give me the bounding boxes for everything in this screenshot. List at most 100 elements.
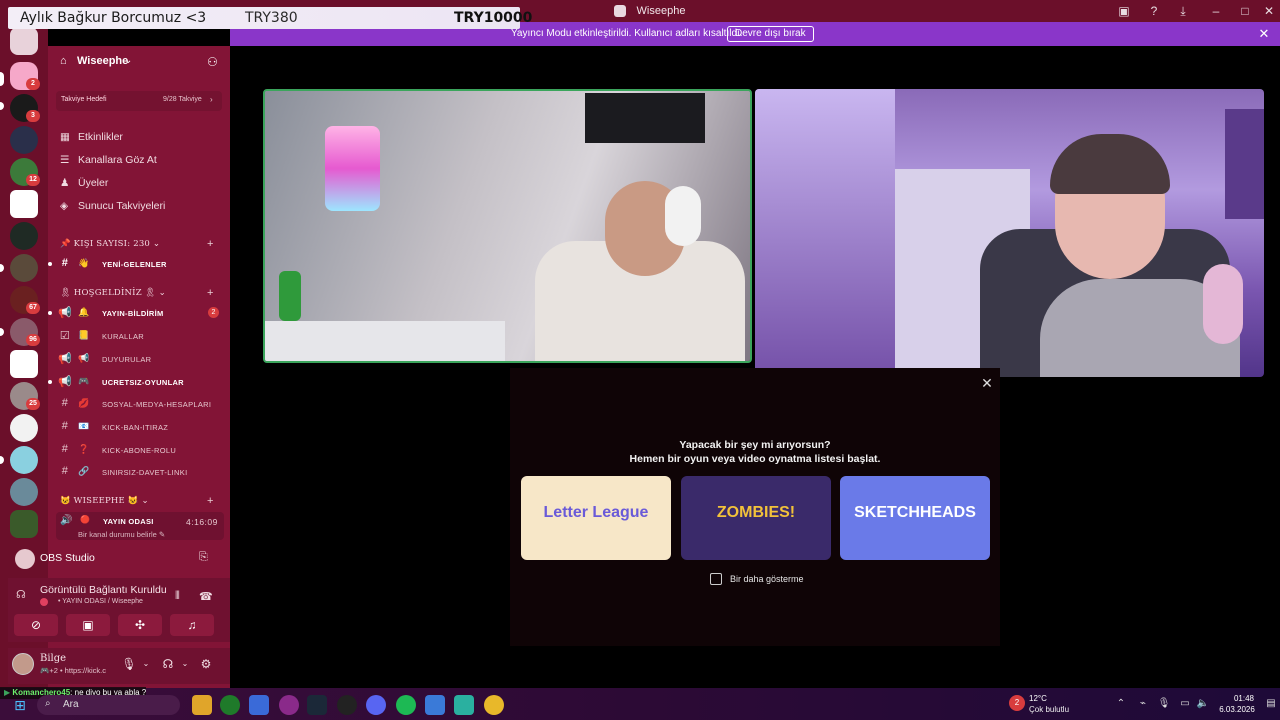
direct-messages-icon[interactable] [10, 27, 38, 55]
add-channel-icon[interactable]: + [207, 238, 213, 250]
video-tile-speaking[interactable] [263, 89, 752, 363]
channel-item[interactable]: # 📧 KICK-BAN-ITIRAZ [58, 420, 224, 438]
screen-share-icon[interactable]: ▣ [1117, 4, 1131, 18]
microphone-prop [325, 126, 380, 211]
channel-item[interactable]: 📢 🔔 YAYIN-BİLDİRİM [58, 306, 224, 324]
server-icon[interactable] [10, 414, 38, 442]
camera-off-button[interactable]: ⊘ [14, 614, 58, 636]
nav-events[interactable]: ▦ Etkinlikler [60, 131, 123, 149]
minimize-icon[interactable]: – [1209, 4, 1223, 18]
category-wiseephe[interactable]: 😺 WISEEPHE 😺 ⌄ [60, 496, 149, 506]
channel-item[interactable]: 📢 📢 DUYURULAR [58, 352, 224, 370]
add-channel-icon[interactable]: + [207, 495, 213, 507]
channel-item[interactable]: # 🔗 SINIRSIZ-DAVET-LINKI [58, 465, 224, 483]
browse-icon: ☰ [60, 154, 70, 166]
channel-item[interactable]: # 💋 SOSYAL-MEDYA-HESAPLARI [58, 397, 224, 415]
server-icon[interactable] [10, 222, 38, 250]
guild-name[interactable]: Wiseephe [77, 55, 128, 67]
dont-show-again-label[interactable]: Bir daha gösterme [730, 574, 804, 584]
chevron-down-icon[interactable]: ⌄ [177, 656, 193, 672]
disable-streamer-mode-button[interactable]: Devre dışı bırak [727, 26, 814, 42]
activities-button[interactable]: ✣ [118, 614, 162, 636]
category-welcome[interactable]: 🎗 HOŞGELDİNİZ 🎗 ⌄ [60, 288, 166, 298]
app-icon[interactable] [454, 695, 474, 715]
settings-gear-icon[interactable]: ⚙ [198, 656, 214, 672]
unread-badge: 2 [26, 78, 40, 90]
microphone-icon[interactable]: 🎙 [1157, 697, 1171, 711]
weather-description[interactable]: Çok bulutlu [1029, 705, 1069, 714]
activity-card-zombies[interactable]: ZOMBIES! [681, 476, 831, 560]
mention-badge: 2 [208, 307, 219, 318]
noise-suppression-icon[interactable]: ⦀ [175, 590, 180, 603]
display-icon[interactable]: ▭ [1178, 697, 1192, 711]
server-icon[interactable] [10, 510, 38, 538]
spotify-icon[interactable] [396, 695, 416, 715]
app-icon[interactable] [425, 695, 445, 715]
channel-item[interactable]: ☑ 📒 KURALLAR [58, 329, 224, 347]
guild-header[interactable] [48, 50, 230, 74]
invite-people-icon[interactable]: ⚇ [207, 55, 218, 69]
discord-icon[interactable] [366, 695, 386, 715]
server-icon[interactable] [10, 350, 38, 378]
server-icon[interactable] [10, 190, 38, 218]
activity-card-letter-league[interactable]: Letter League [521, 476, 671, 560]
notification-icon[interactable]: ▤ [1264, 697, 1278, 711]
channel-name: DUYURULAR [102, 355, 152, 364]
help-icon[interactable]: ? [1147, 4, 1161, 18]
download-icon[interactable]: ⤓ [1176, 4, 1190, 18]
channel-emoji: 🔔 [78, 307, 90, 317]
connection-channel[interactable]: • YAYIN ODASI / Wiseephe [58, 598, 143, 605]
share-screen-button[interactable]: ▣ [66, 614, 110, 636]
obs-icon[interactable] [337, 695, 357, 715]
steam-icon[interactable] [307, 695, 327, 715]
screen-share-icon[interactable]: ⎘ [199, 551, 208, 564]
soundboard-button[interactable]: ♫ [170, 614, 214, 636]
clock-time[interactable]: 01:48 [1224, 694, 1264, 703]
server-icon[interactable] [10, 478, 38, 506]
channel-name: KICK-ABONE-ROLU [102, 446, 177, 455]
video-tile[interactable] [755, 89, 1264, 377]
channel-status-prompt[interactable]: Bir kanal durumu belirle ✎ [78, 530, 165, 539]
maximize-icon[interactable]: □ [1238, 4, 1252, 18]
activity-card-sketchheads[interactable]: SKETCHHEADS [840, 476, 990, 560]
add-channel-icon[interactable]: + [207, 287, 213, 299]
dont-show-again-checkbox[interactable] [710, 573, 722, 585]
start-menu-icon[interactable]: ⊞ [12, 697, 28, 713]
xbox-icon[interactable] [220, 695, 240, 715]
wall-shelf [585, 93, 705, 143]
file-explorer-icon[interactable] [192, 695, 212, 715]
nav-members[interactable]: ♟ Üyeler [60, 177, 108, 195]
nav-browse-channels[interactable]: ☰ Kanallara Göz At [60, 154, 157, 172]
network-icon[interactable]: ⌁ [1136, 697, 1150, 711]
search-input[interactable] [37, 695, 180, 715]
chevron-down-icon[interactable]: ⌄ [138, 656, 154, 672]
microphone-icon[interactable]: 🎙 [121, 656, 137, 672]
chevron-down-icon[interactable]: ⌄ [124, 55, 132, 66]
weather-temperature[interactable]: 12°C [1029, 694, 1047, 703]
username[interactable]: Bilge [40, 653, 66, 664]
chevron-up-icon[interactable]: ⌃ [1114, 697, 1128, 711]
close-icon[interactable]: ✕ [980, 376, 994, 390]
disconnect-icon[interactable]: ☎ [199, 590, 213, 603]
volume-icon[interactable]: 🔈 [1196, 697, 1210, 711]
server-icon[interactable] [10, 446, 38, 474]
close-window-icon[interactable]: ✕ [1262, 4, 1276, 18]
banner-close-icon[interactable]: ✕ [1256, 26, 1272, 42]
app-icon[interactable] [249, 695, 269, 715]
chrome-icon[interactable] [484, 695, 504, 715]
clock-date[interactable]: 6.03.2026 [1212, 705, 1262, 714]
guild-icon: ⌂ [60, 55, 67, 67]
server-icon[interactable] [10, 254, 38, 282]
channel-item[interactable]: # ❓ KICK-ABONE-ROLU [58, 443, 224, 461]
channel-item[interactable]: 📢 🎮 UCRETSIZ-OYUNLAR [58, 375, 224, 393]
avatar[interactable] [12, 653, 34, 675]
category-member-count[interactable]: 📌 KIŞI SAYISI: 230 ⌄ [60, 239, 160, 249]
voice-channel-name: YAYIN ODASI [103, 517, 154, 526]
nav-server-boosts[interactable]: ◈ Sunucu Takviyeleri [60, 200, 165, 218]
server-icon[interactable] [10, 126, 38, 154]
channel-item[interactable]: # 👋 YENİ-GELENLER [58, 257, 224, 275]
channel-emoji: 🎮 [78, 376, 90, 386]
signal-icon[interactable]: ☊ [16, 588, 26, 601]
headphones-icon[interactable]: ☊ [160, 656, 176, 672]
app-icon[interactable] [279, 695, 299, 715]
